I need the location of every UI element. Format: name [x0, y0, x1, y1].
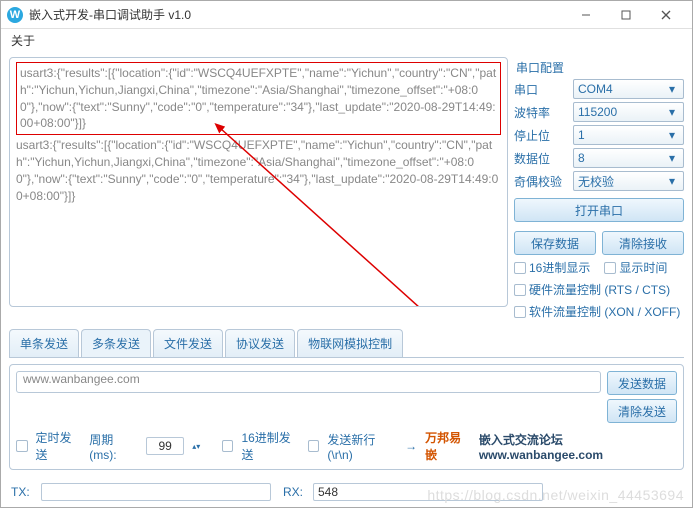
app-window: W 嵌入式开发-串口调试助手 v1.0 关于 usart3:{"results"… — [0, 0, 693, 508]
clear-receive-button[interactable]: 清除接收 — [602, 231, 684, 255]
port-select[interactable]: COM4▾ — [573, 79, 684, 99]
hex-display-label: 16进制显示 — [529, 259, 590, 276]
save-data-button[interactable]: 保存数据 — [514, 231, 596, 255]
send-data-button[interactable]: 发送数据 — [607, 371, 677, 395]
stopbit-label: 停止位 — [514, 127, 569, 144]
status-bar: TX: RX: 548 — [11, 483, 682, 501]
config-title: 串口配置 — [514, 57, 684, 76]
period-input[interactable]: 99 — [146, 437, 184, 455]
maximize-button[interactable] — [606, 2, 646, 28]
newline-label: 发送新行(\r\n) — [327, 431, 397, 462]
send-tabs: 单条发送 多条发送 文件发送 协议发送 物联网模拟控制 — [9, 329, 684, 358]
newline-checkbox[interactable] — [308, 440, 320, 452]
tab-file-send[interactable]: 文件发送 — [153, 329, 223, 357]
rx-label: RX: — [283, 485, 313, 499]
hex-send-checkbox[interactable] — [222, 440, 234, 452]
menubar: 关于 — [1, 29, 692, 51]
parity-select[interactable]: 无校验▾ — [573, 171, 684, 191]
tab-multi-send[interactable]: 多条发送 — [81, 329, 151, 357]
xon-xoff-label: 软件流量控制 (XON / XOFF) — [529, 303, 680, 320]
port-label: 串口 — [514, 81, 569, 98]
tab-single-send[interactable]: 单条发送 — [9, 329, 79, 357]
chevron-down-icon: ▾ — [665, 174, 679, 188]
send-panel: www.wanbangee.com 发送数据 清除发送 定时发送 周期(ms):… — [9, 364, 684, 470]
close-button[interactable] — [646, 2, 686, 28]
period-label: 周期(ms): — [89, 431, 138, 462]
chevron-down-icon: ▾ — [665, 128, 679, 142]
rx-highlighted-line: usart3:{"results":[{"location":{"id":"WS… — [16, 62, 501, 135]
titlebar: W 嵌入式开发-串口调试助手 v1.0 — [1, 1, 692, 29]
tx-counter — [41, 483, 271, 501]
xon-xoff-checkbox[interactable] — [514, 306, 526, 318]
rx-counter: 548 — [313, 483, 543, 501]
timer-send-label: 定时发送 — [36, 429, 82, 463]
rts-cts-label: 硬件流量控制 (RTS / CTS) — [529, 281, 670, 298]
tab-iot-sim[interactable]: 物联网模拟控制 — [297, 329, 403, 357]
chevron-down-icon: ▾ — [665, 105, 679, 119]
chevron-down-icon: ▾ — [665, 82, 679, 96]
send-input[interactable]: www.wanbangee.com — [16, 371, 601, 393]
show-time-checkbox[interactable] — [604, 262, 616, 274]
forum-link[interactable]: 嵌入式交流论坛www.wanbangee.com — [479, 431, 677, 462]
menu-about[interactable]: 关于 — [11, 32, 35, 49]
arrow-icon: → — [405, 439, 417, 453]
config-panel: 串口配置 串口 COM4▾ 波特率 115200▾ 停止位 1▾ 数据位 8▾ … — [514, 57, 684, 321]
show-time-label: 显示时间 — [619, 259, 667, 276]
tab-protocol-send[interactable]: 协议发送 — [225, 329, 295, 357]
receive-textarea[interactable]: usart3:{"results":[{"location":{"id":"WS… — [9, 57, 508, 307]
period-updown-icon[interactable]: ▴▾ — [192, 443, 200, 450]
vendor-link[interactable]: 万邦易嵌 — [425, 429, 471, 463]
open-port-button[interactable]: 打开串口 — [514, 198, 684, 222]
databit-select[interactable]: 8▾ — [573, 148, 684, 168]
window-title: 嵌入式开发-串口调试助手 v1.0 — [29, 6, 566, 23]
stopbit-select[interactable]: 1▾ — [573, 125, 684, 145]
hex-send-label: 16进制发送 — [241, 429, 299, 463]
tx-label: TX: — [11, 485, 41, 499]
baud-select[interactable]: 115200▾ — [573, 102, 684, 122]
clear-send-button[interactable]: 清除发送 — [607, 399, 677, 423]
parity-label: 奇偶校验 — [514, 173, 569, 190]
timer-send-checkbox[interactable] — [16, 440, 28, 452]
hex-display-checkbox[interactable] — [514, 262, 526, 274]
chevron-down-icon: ▾ — [665, 151, 679, 165]
rts-cts-checkbox[interactable] — [514, 284, 526, 296]
rx-line: usart3:{"results":[{"location":{"id":"WS… — [16, 137, 501, 204]
databit-label: 数据位 — [514, 150, 569, 167]
baud-label: 波特率 — [514, 104, 569, 121]
minimize-button[interactable] — [566, 2, 606, 28]
app-icon: W — [7, 7, 23, 23]
